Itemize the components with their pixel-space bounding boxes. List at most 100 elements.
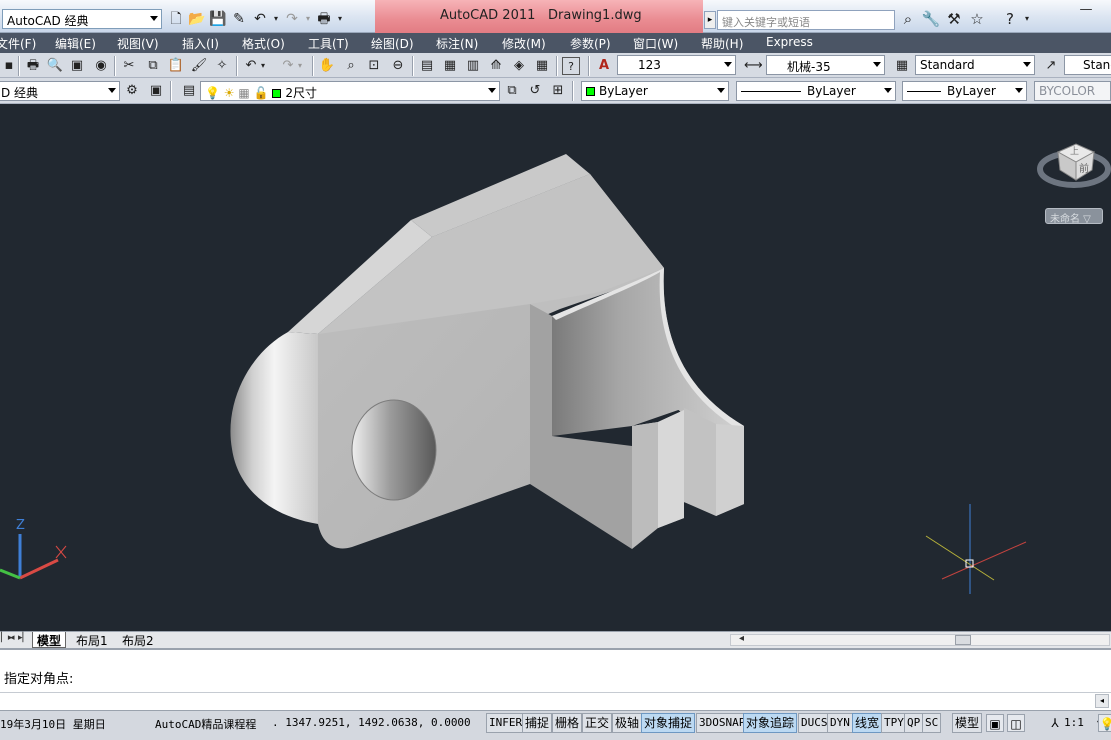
menu-edit[interactable]: 编辑(E) (55, 35, 96, 52)
table-style-dropdown[interactable]: Standard (915, 55, 1035, 75)
text-style-icon[interactable]: A (595, 57, 613, 75)
menu-draw[interactable]: 绘图(D) (371, 35, 414, 52)
redo-icon[interactable]: ↷ (283, 10, 301, 28)
open-file-icon[interactable]: 📂 (188, 10, 206, 28)
toggle-tpy[interactable]: TPY (881, 713, 907, 733)
menu-view[interactable]: 视图(V) (117, 35, 159, 52)
zoom-window-icon[interactable]: ⊡ (365, 57, 383, 75)
customize-icon[interactable]: ▣ (147, 82, 165, 100)
zoom-realtime-icon[interactable]: ⌕ (342, 57, 360, 75)
layer-states-icon[interactable]: ⊞ (549, 82, 567, 100)
undo-dropdown-icon[interactable]: ▾ (259, 57, 267, 75)
redo-dropdown-icon[interactable]: ▾ (296, 57, 304, 75)
make-current-layer-icon[interactable]: ⧉ (503, 82, 521, 100)
plot-icon[interactable]: 🖶 (315, 10, 333, 28)
toggle-dyn[interactable]: DYN (827, 713, 853, 733)
quickcalc-icon[interactable]: ▦ (533, 57, 551, 75)
toggle-3dosnap[interactable]: 3DOSNAP (696, 713, 749, 733)
3d-part-model[interactable] (230, 154, 744, 549)
communication-icon[interactable]: ⚒ (944, 9, 964, 29)
menu-file[interactable]: 文件(F) (0, 35, 36, 52)
cut-icon[interactable]: ✂ (120, 57, 138, 75)
layer-properties-icon[interactable]: ▤ (180, 82, 198, 100)
redo-icon[interactable]: ↷ (279, 57, 297, 75)
toggle-ducs[interactable]: DUCS (798, 713, 831, 733)
ucs-menu-button[interactable]: 未命名 ▽ (1045, 208, 1103, 225)
coordinate-readout[interactable]: . 1347.9251, 1492.0638, 0.0000 (272, 716, 471, 729)
toggle-osnap[interactable]: 对象捕捉 (641, 713, 696, 733)
toggle-ortho[interactable]: 正交 (582, 713, 613, 733)
tab-layout2[interactable]: 布局2 (118, 632, 158, 648)
undo-icon[interactable]: ↶ (242, 57, 260, 75)
menu-window[interactable]: 窗口(W) (633, 35, 678, 52)
linetype-dropdown[interactable]: ByLayer (736, 81, 896, 101)
command-input[interactable]: ◂ (0, 692, 1111, 710)
undo-dropdown-icon[interactable]: ▾ (272, 10, 280, 28)
menu-express[interactable]: Express (766, 35, 813, 49)
menu-modify[interactable]: 修改(M) (502, 35, 546, 52)
next-tab-icon[interactable]: ▸▏ (18, 633, 29, 643)
copy-icon[interactable]: ⧉ (144, 57, 162, 75)
dim-style-icon[interactable]: ⟷ (744, 57, 763, 75)
markup-icon[interactable]: ◈ (510, 57, 528, 75)
design-center-icon[interactable]: ▦ (441, 57, 459, 75)
horizontal-scrollbar[interactable]: ◂ (730, 633, 1110, 646)
menu-insert[interactable]: 插入(I) (182, 35, 219, 52)
annotation-scale-icon[interactable]: ⅄ (1046, 714, 1064, 732)
drawing-viewport[interactable]: Z 前 上 (0, 104, 1111, 631)
menu-dimension[interactable]: 标注(N) (436, 35, 478, 52)
lineweight-dropdown[interactable]: ByLayer (902, 81, 1027, 101)
tool-palettes-icon[interactable]: ▥ (464, 57, 482, 75)
sheet-set-icon[interactable]: ⟰ (487, 57, 505, 75)
prev-tab-icon[interactable]: ◂ (10, 633, 17, 643)
annotation-scale-value[interactable]: 1:1 (1064, 716, 1084, 729)
favorites-icon[interactable]: ☆ (967, 9, 987, 29)
plot-icon[interactable]: 🖶 (24, 57, 42, 75)
layer-previous-icon[interactable]: ↺ (526, 82, 544, 100)
toggle-sc[interactable]: SC (922, 713, 942, 733)
toggle-snap[interactable]: 捕捉 (522, 713, 553, 733)
lightbulb-icon[interactable]: 💡 (1098, 714, 1111, 732)
plotstyle-dropdown[interactable]: BYCOLOR (1034, 81, 1111, 101)
properties-icon[interactable]: ▤ (418, 57, 436, 75)
redo-dropdown-icon[interactable]: ▾ (304, 10, 312, 28)
multileader-style-icon[interactable]: ↗ (1042, 57, 1060, 75)
tab-layout1[interactable]: 布局1 (72, 632, 112, 648)
text-style-dropdown[interactable]: 123 (617, 55, 736, 75)
table-style-icon[interactable]: ▦ (893, 57, 911, 75)
search-expand-button[interactable]: ▸ (704, 11, 716, 29)
multileader-style-dropdown[interactable]: Standard (1064, 55, 1111, 75)
save-icon[interactable]: ▪ (0, 57, 18, 75)
color-dropdown[interactable]: ByLayer (581, 81, 729, 101)
save-as-icon[interactable]: ✎ (230, 10, 248, 28)
undo-icon[interactable]: ↶ (251, 10, 269, 28)
block-editor-icon[interactable]: ✧ (213, 57, 231, 75)
plot-preview-icon[interactable]: 🔍 (46, 57, 64, 75)
3d-dwf-icon[interactable]: ◉ (92, 57, 110, 75)
menu-help[interactable]: 帮助(H) (701, 35, 743, 52)
workspace-dropdown[interactable]: AutoCAD 经典 (2, 9, 162, 29)
layer-dropdown[interactable]: 💡 ☀ ▦ 🔓 2尺寸 (200, 81, 500, 101)
first-tab-icon[interactable]: ▏▸ (1, 633, 12, 643)
menu-format[interactable]: 格式(O) (242, 35, 285, 52)
model-space-button[interactable]: 模型 (952, 713, 983, 733)
quick-view-layouts-icon[interactable]: ▣ (986, 714, 1004, 732)
zoom-previous-icon[interactable]: ⊖ (389, 57, 407, 75)
toggle-otrack[interactable]: 对象追踪 (743, 713, 798, 733)
search-input[interactable]: 键入关键字或短语 (717, 10, 895, 30)
subscription-icon[interactable]: 🔧 (921, 9, 941, 29)
menu-parametric[interactable]: 参数(P) (570, 35, 611, 52)
customize-dropdown-icon[interactable]: ▾ (336, 10, 344, 28)
workspace-dropdown-2[interactable]: D 经典 (0, 81, 120, 101)
new-file-icon[interactable]: 🗋 (167, 10, 185, 28)
toggle-lineweight[interactable]: 线宽 (852, 713, 883, 733)
workspace-settings-icon[interactable]: ⚙ (123, 82, 141, 100)
pan-icon[interactable]: ✋ (318, 57, 336, 75)
paste-icon[interactable]: 📋 (167, 57, 185, 75)
toggle-qp[interactable]: QP (904, 713, 924, 733)
help-icon[interactable]: ? (1000, 9, 1020, 29)
help-icon[interactable]: ? (562, 57, 580, 75)
toggle-grid[interactable]: 栅格 (552, 713, 583, 733)
scroll-thumb[interactable] (955, 635, 971, 645)
match-properties-icon[interactable]: 🖌 (190, 57, 208, 75)
